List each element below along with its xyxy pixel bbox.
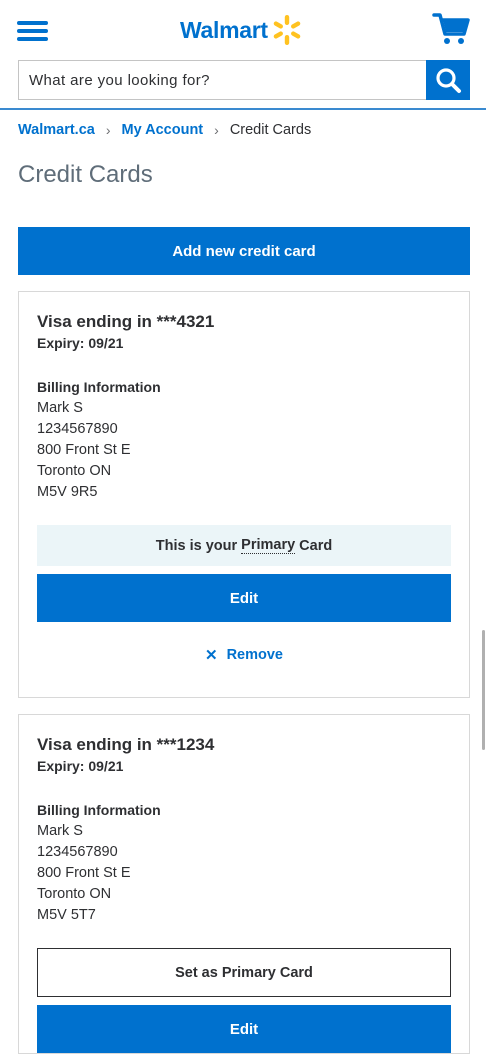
billing-heading: Billing Information bbox=[37, 802, 161, 818]
billing-city: Toronto ON bbox=[37, 886, 112, 902]
breadcrumb-separator: › bbox=[214, 122, 219, 138]
breadcrumb-separator: › bbox=[105, 122, 111, 138]
billing-heading: Billing Information bbox=[37, 379, 161, 395]
billing-information: Billing Information Mark S 1234567890 80… bbox=[37, 377, 161, 503]
walmart-logo[interactable]: Walmart bbox=[180, 12, 303, 48]
site-header: Walmart bbox=[0, 0, 486, 110]
billing-name: Mark S bbox=[37, 400, 83, 416]
card-title: Visa ending in ***4321 bbox=[37, 312, 215, 331]
close-icon: ✕ bbox=[205, 647, 218, 664]
billing-postal: M5V 5T7 bbox=[37, 907, 96, 923]
billing-information: Billing Information Mark S 1234567890 80… bbox=[37, 800, 161, 926]
search-bar bbox=[18, 60, 470, 100]
primary-prefix: This is your bbox=[155, 537, 238, 554]
card-expiry: Expiry: 09/21 bbox=[37, 758, 124, 774]
billing-name: Mark S bbox=[37, 823, 83, 839]
breadcrumb-home-link[interactable]: Walmart.ca bbox=[18, 122, 95, 138]
credit-card-panel: Visa ending in ***1234 Expiry: 09/21 Bil… bbox=[18, 714, 470, 1054]
remove-card-button[interactable]: ✕ Remove bbox=[19, 646, 469, 664]
breadcrumb: Walmart.ca › My Account › Credit Cards bbox=[18, 120, 311, 140]
search-button[interactable] bbox=[426, 60, 470, 100]
card-title: Visa ending in ***1234 bbox=[37, 735, 215, 754]
search-icon bbox=[436, 68, 461, 93]
billing-postal: M5V 9R5 bbox=[37, 484, 98, 500]
edit-card-button[interactable]: Edit bbox=[37, 1005, 451, 1053]
page-title: Credit Cards bbox=[18, 161, 153, 188]
breadcrumb-current: Credit Cards bbox=[229, 122, 312, 138]
edit-card-button[interactable]: Edit bbox=[37, 574, 451, 622]
credit-card-panel: Visa ending in ***4321 Expiry: 09/21 Bil… bbox=[18, 291, 470, 698]
billing-phone: 1234567890 bbox=[37, 421, 118, 437]
breadcrumb-account-link[interactable]: My Account bbox=[122, 122, 204, 138]
set-primary-card-button[interactable]: Set as Primary Card bbox=[37, 948, 451, 997]
billing-street: 800 Front St E bbox=[37, 865, 131, 881]
cart-icon[interactable] bbox=[432, 12, 470, 46]
spark-icon bbox=[273, 15, 301, 45]
primary-suffix: Card bbox=[299, 537, 333, 554]
billing-phone: 1234567890 bbox=[37, 844, 118, 860]
billing-city: Toronto ON bbox=[37, 463, 112, 479]
primary-tooltip-term[interactable]: Primary bbox=[241, 537, 296, 554]
card-expiry: Expiry: 09/21 bbox=[37, 335, 124, 351]
remove-label: Remove bbox=[226, 647, 283, 663]
add-credit-card-button[interactable]: Add new credit card bbox=[18, 227, 470, 275]
logo-text: Walmart bbox=[180, 16, 268, 43]
search-input[interactable] bbox=[18, 60, 426, 100]
menu-icon[interactable] bbox=[17, 17, 49, 43]
billing-street: 800 Front St E bbox=[37, 442, 131, 458]
primary-card-banner: This is your Primary Card bbox=[37, 525, 451, 566]
scrollbar[interactable] bbox=[482, 630, 485, 750]
